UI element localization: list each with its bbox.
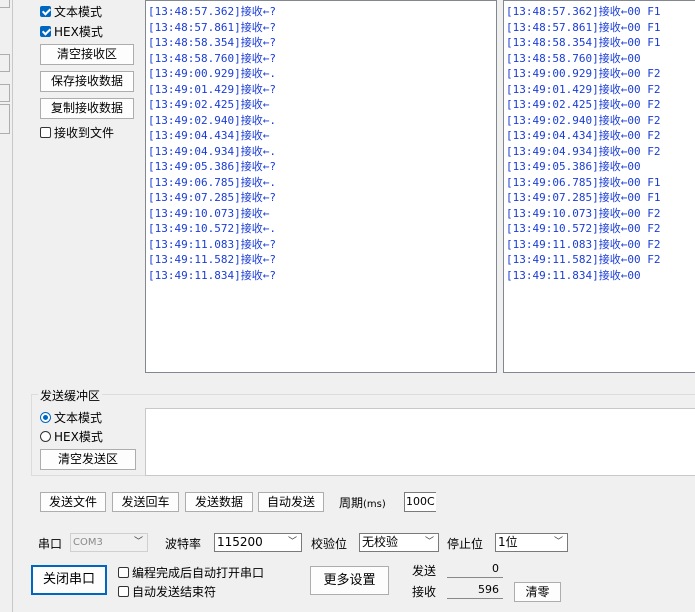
auto-send-end-checkbox[interactable]: 自动发送结束符 — [118, 583, 216, 600]
clear-count-button[interactable]: 清零 — [514, 582, 561, 602]
log-line: [13:49:05.386]接收←? — [148, 160, 276, 173]
log-line: [13:49:11.083]接收←? — [148, 237, 276, 251]
send-data-button[interactable]: 发送数据 — [185, 492, 253, 512]
period-label: 周期(ms) — [339, 496, 386, 510]
clear-send-button[interactable]: 清空发送区 — [40, 449, 136, 470]
send-text-mode-radio[interactable]: 文本模式 — [40, 409, 102, 426]
left-edge-control — [0, 104, 10, 134]
sent-count-label: 发送 — [412, 564, 437, 578]
log-line: [13:49:10.073]接收←00 F2 — [506, 206, 661, 220]
parity-select[interactable]: 无校验 ﹀ — [359, 533, 439, 552]
recv-count-value: 596 — [447, 583, 503, 599]
receive-text-mode-checkbox[interactable]: 文本模式 — [40, 3, 102, 20]
chevron-down-icon: ﹀ — [287, 537, 297, 547]
left-edge-control — [0, 84, 10, 102]
radio-unselected-icon — [40, 431, 51, 442]
copy-receive-button[interactable]: 复制接收数据 — [40, 98, 134, 119]
parity-label: 校验位 — [311, 537, 348, 551]
log-line: [13:49:06.785]接收←. — [148, 175, 276, 189]
baud-select[interactable]: 115200 ﹀ — [214, 533, 302, 552]
log-line: [13:49:11.834]接收←00 — [506, 268, 641, 282]
chevron-down-icon: ﹀ — [133, 537, 143, 547]
stop-bits-select[interactable]: 1位 ﹀ — [495, 533, 568, 552]
log-line: [13:49:11.582]接收←? — [148, 253, 276, 266]
port-label: 串口 — [38, 537, 63, 551]
receive-hex-mode-label: HEX模式 — [54, 25, 103, 39]
log-line: [13:49:02.425]接收←00 F2 — [506, 98, 661, 111]
log-line: [13:48:57.861]接收←00 F1 — [506, 20, 661, 34]
checkbox-unchecked-icon — [118, 567, 129, 578]
chevron-down-icon: ﹀ — [424, 537, 434, 547]
send-text-mode-label: 文本模式 — [54, 411, 103, 425]
chevron-down-icon: ﹀ — [553, 537, 563, 547]
clear-receive-button[interactable]: 清空接收区 — [40, 44, 134, 65]
log-line: [13:49:04.434]接收← — [148, 129, 270, 142]
send-hex-mode-label: HEX模式 — [54, 430, 103, 444]
left-edge-control — [0, 54, 10, 72]
period-input[interactable]: 100C — [404, 492, 436, 512]
left-edge-control — [0, 0, 10, 8]
log-line: [13:48:58.760]接收←? — [148, 51, 276, 65]
log-line: [13:49:05.386]接收←00 — [506, 160, 641, 173]
radio-selected-icon — [40, 412, 51, 423]
log-line: [13:49:01.429]接收←? — [148, 82, 276, 96]
close-port-button[interactable]: 关闭串口 — [31, 565, 107, 595]
baud-label: 波特率 — [165, 537, 202, 551]
receive-text-mode-label: 文本模式 — [54, 5, 103, 19]
log-line: [13:49:07.285]接收←00 F1 — [506, 191, 661, 204]
send-buffer-title: 发送缓冲区 — [38, 387, 103, 404]
log-line: [13:48:57.362]接收←00 F1 — [506, 5, 661, 18]
log-line: [13:49:04.934]接收←. — [148, 144, 276, 158]
checkbox-checked-icon — [40, 26, 51, 37]
stop-bits-label: 停止位 — [447, 537, 484, 551]
receive-text-log[interactable]: [13:48:57.362]接收←? [13:48:57.861]接收←? [13:… — [145, 0, 497, 373]
auto-open-port-label: 编程完成后自动打开串口 — [132, 566, 265, 580]
log-line: [13:49:02.425]接收← — [148, 98, 270, 111]
log-line: [13:49:11.582]接收←00 F2 — [506, 253, 661, 266]
log-line: [13:49:01.429]接收←00 F2 — [506, 82, 661, 96]
receive-hex-log[interactable]: [13:48:57.362]接收←00 F1 [13:48:57.861]接收←0… — [503, 0, 695, 373]
log-line: [13:49:11.834]接收←? — [148, 268, 276, 282]
log-line: [13:48:58.760]接收←00 — [506, 51, 641, 65]
log-line: [13:48:58.354]接收←00 F1 — [506, 36, 661, 49]
auto-send-end-label: 自动发送结束符 — [132, 585, 217, 599]
log-line: [13:49:10.572]接收←00 F2 — [506, 222, 661, 235]
log-line: [13:48:57.362]接收←? — [148, 5, 276, 18]
log-line: [13:49:11.083]接收←00 F2 — [506, 237, 661, 251]
sent-count-value: 0 — [447, 562, 503, 578]
send-enter-button[interactable]: 发送回车 — [112, 492, 179, 512]
port-select[interactable]: COM3 ﹀ — [70, 533, 148, 552]
send-file-button[interactable]: 发送文件 — [40, 492, 106, 512]
log-line: [13:49:04.434]接收←00 F2 — [506, 129, 661, 142]
log-line: [13:49:10.572]接收←. — [148, 222, 276, 235]
send-input-textarea[interactable] — [145, 408, 695, 476]
auto-open-port-checkbox[interactable]: 编程完成后自动打开串口 — [118, 564, 264, 581]
recv-count-label: 接收 — [412, 585, 437, 599]
receive-hex-mode-checkbox[interactable]: HEX模式 — [40, 23, 103, 40]
log-line: [13:49:10.073]接收← — [148, 206, 270, 220]
auto-send-button[interactable]: 自动发送 — [258, 492, 324, 512]
checkbox-unchecked-icon — [40, 127, 51, 138]
checkbox-checked-icon — [40, 6, 51, 17]
log-line: [13:49:00.929]接收←. — [148, 67, 276, 80]
log-line: [13:48:58.354]接收←? — [148, 36, 276, 49]
checkbox-unchecked-icon — [118, 586, 129, 597]
log-line: [13:49:02.940]接收←00 F2 — [506, 113, 661, 127]
log-line: [13:49:07.285]接收←? — [148, 191, 276, 204]
more-settings-button[interactable]: 更多设置 — [310, 566, 389, 595]
log-line: [13:49:04.934]接收←00 F2 — [506, 144, 661, 158]
log-line: [13:49:06.785]接收←00 F1 — [506, 175, 661, 189]
log-line: [13:48:57.861]接收←? — [148, 20, 276, 34]
receive-to-file-label: 接收到文件 — [54, 126, 115, 140]
log-line: [13:49:00.929]接收←00 F2 — [506, 67, 661, 80]
receive-to-file-checkbox[interactable]: 接收到文件 — [40, 124, 114, 141]
log-line: [13:49:02.940]接收←. — [148, 113, 276, 127]
send-hex-mode-radio[interactable]: HEX模式 — [40, 428, 103, 445]
save-receive-button[interactable]: 保存接收数据 — [40, 71, 134, 92]
